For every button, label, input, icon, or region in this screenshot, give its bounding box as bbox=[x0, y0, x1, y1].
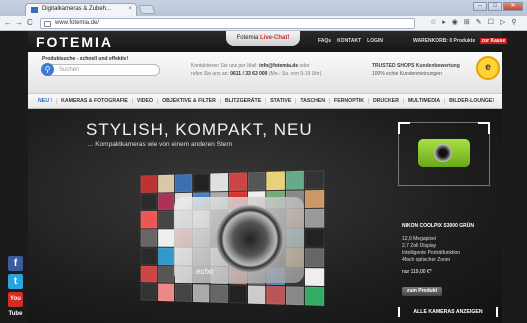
contact-or-text: oder bbox=[299, 63, 310, 69]
browser-toolbar: ← → C www.fotemia.de/ ☆ ▸ ◉ ⊞ ✎ ☐ ▷ ⚲ bbox=[0, 16, 527, 31]
kontakt-link[interactable]: KONTAKT bbox=[337, 38, 361, 44]
info-bar: Produktsuche - schnell und effektiv! Suc… bbox=[28, 52, 502, 93]
extension-icon[interactable]: ◉ bbox=[452, 18, 458, 26]
window-controls: – □ ✕ bbox=[473, 2, 523, 11]
site-header: FOTEMIA Fotemia Live-Chat! FAQs KONTAKT … bbox=[28, 31, 508, 52]
forward-button[interactable]: → bbox=[15, 18, 23, 27]
address-bar[interactable]: www.fotemia.de/ bbox=[40, 18, 415, 29]
nav-item-neu[interactable]: NEU ! bbox=[34, 98, 58, 104]
site-logo[interactable]: FOTEMIA bbox=[36, 34, 113, 50]
nav-item-blitzgeraete[interactable]: BLITZGERÄTE bbox=[221, 98, 267, 104]
favicon-icon bbox=[31, 7, 38, 13]
hero-banner[interactable]: STYLISH, KOMPAKT, NEU ... Kompaktkameras… bbox=[28, 109, 502, 323]
all-cameras-link[interactable]: ALLE KAMERAS ANZEIGEN bbox=[398, 307, 498, 317]
product-specs: 12,0 Megapixel 2,7 Zoll Display Intellig… bbox=[402, 236, 460, 264]
chat-label: Live-Chat! bbox=[260, 35, 290, 41]
nav-item-objektive[interactable]: OBJEKTIVE & FILTER bbox=[158, 98, 221, 104]
faq-link[interactable]: FAQs bbox=[318, 38, 331, 44]
back-button[interactable]: ← bbox=[4, 18, 12, 27]
nav-item-taschen[interactable]: TASCHEN bbox=[296, 98, 331, 104]
green-camera-image[interactable] bbox=[418, 139, 470, 167]
contact-hours: (Mo.- Sa. von 9-19 Uhr) bbox=[268, 71, 322, 77]
nav-item-kameras[interactable]: KAMERAS & FOTOGRAFIE bbox=[57, 98, 133, 104]
product-name[interactable]: NIKON COOLPIX S3000 GRÜN bbox=[402, 223, 474, 229]
youtube-icon[interactable]: You Tube bbox=[8, 292, 23, 317]
edit-icon[interactable]: ✎ bbox=[476, 18, 482, 26]
search-input[interactable]: Suchen bbox=[42, 64, 160, 76]
category-nav: NEU ! KAMERAS & FOTOGRAFIE VIDEO OBJEKTI… bbox=[28, 93, 502, 109]
play-icon[interactable]: ▸ bbox=[442, 18, 446, 26]
spec-item: Intelligente Porträtfunktion bbox=[402, 250, 461, 256]
nav-item-multimedia[interactable]: MULTIMEDIA bbox=[404, 98, 446, 104]
green-camera-lens-icon bbox=[434, 144, 452, 162]
nav-item-stative[interactable]: STATIVE bbox=[266, 98, 297, 104]
hero-headline: STYLISH, KOMPAKT, NEU bbox=[86, 120, 313, 139]
checkout-button[interactable]: zur Kasse bbox=[479, 38, 508, 44]
minimize-button[interactable]: – bbox=[473, 2, 487, 11]
contact-info: Kontaktieren Sie uns per Mail: info@fote… bbox=[191, 62, 361, 78]
tab-title: Digitalkameras & Zubeh... bbox=[42, 6, 112, 12]
camera-brand-text: echo bbox=[196, 267, 214, 276]
product-price: nur 119,00 €* bbox=[402, 269, 432, 275]
spec-item: 2,7 Zoll Display bbox=[402, 243, 437, 249]
contact-email-link[interactable]: info@fotemia.de bbox=[259, 63, 298, 69]
forward-small-icon[interactable]: ▷ bbox=[500, 18, 505, 26]
bookmark-star-icon[interactable]: ☆ bbox=[430, 18, 436, 26]
browser-tabbar: Digitalkameras & Zubeh... × – □ ✕ bbox=[0, 0, 527, 16]
spec-item: 4fach optischer Zoom bbox=[402, 257, 451, 263]
page-menu-icon[interactable]: ☐ bbox=[488, 18, 494, 26]
hero-subline: ... Kompaktkameras wie von einem anderen… bbox=[88, 141, 233, 148]
trusted-shops-info[interactable]: TRUSTED SHOPS Kundenbewertung 100% echte… bbox=[372, 62, 460, 78]
nav-item-video[interactable]: VIDEO bbox=[133, 98, 159, 104]
tab-close-icon[interactable]: × bbox=[128, 6, 132, 12]
new-tab-button[interactable] bbox=[138, 5, 156, 14]
trust-title: TRUSTED SHOPS Kundenbewertung bbox=[372, 63, 460, 69]
login-link[interactable]: LOGIN bbox=[367, 38, 383, 44]
page-viewport: FOTEMIA Fotemia Live-Chat! FAQs KONTAKT … bbox=[0, 31, 527, 323]
zum-produkt-button[interactable]: zum Produkt bbox=[402, 287, 442, 296]
contact-mail-text: Kontaktieren Sie uns per Mail: bbox=[191, 63, 258, 69]
apps-icon[interactable]: ⊞ bbox=[464, 18, 470, 26]
close-window-button[interactable]: ✕ bbox=[503, 2, 523, 11]
contact-phone: 0611 / 33 63 000 bbox=[230, 71, 268, 77]
nav-item-drucker[interactable]: DRUCKER bbox=[369, 98, 404, 104]
page-icon bbox=[44, 21, 51, 27]
spec-item: 12,0 Megapixel bbox=[402, 236, 436, 242]
address-url: www.fotemia.de/ bbox=[55, 20, 100, 26]
maximize-button[interactable]: □ bbox=[488, 2, 502, 11]
site-container: FOTEMIA Fotemia Live-Chat! FAQs KONTAKT … bbox=[28, 31, 508, 323]
cart: WARENKORB: 0 Produkte zur Kasse bbox=[413, 38, 508, 44]
browser-tab[interactable]: Digitalkameras & Zubeh... × bbox=[25, 3, 137, 16]
live-chat-button[interactable]: Fotemia Live-Chat! bbox=[226, 31, 300, 46]
search-icon[interactable]: ⚲ bbox=[41, 63, 54, 76]
chat-prefix: Fotemia bbox=[236, 35, 259, 41]
social-links: f t You Tube bbox=[8, 256, 23, 317]
camera-lens-image bbox=[216, 205, 284, 273]
cart-summary[interactable]: WARENKORB: 0 Produkte bbox=[413, 38, 475, 44]
trusted-shops-seal-icon[interactable]: e bbox=[476, 56, 500, 80]
reload-button[interactable]: C bbox=[27, 18, 33, 27]
twitter-icon[interactable]: t bbox=[8, 274, 23, 289]
wrench-icon[interactable]: ⚲ bbox=[511, 18, 516, 26]
toolbar-icons: ☆ ▸ ◉ ⊞ ✎ ☐ ▷ ⚲ bbox=[430, 18, 516, 26]
contact-phone-text: rufen Sie uns an: bbox=[191, 71, 229, 77]
trust-subtitle: 100% echte Kundenmeinungen bbox=[372, 71, 442, 77]
nav-item-fernoptik[interactable]: FERNOPTIK bbox=[330, 98, 370, 104]
search-label: Produktsuche - schnell und effektiv! bbox=[42, 56, 129, 62]
header-links: FAQs KONTAKT LOGIN bbox=[318, 38, 383, 44]
facebook-icon[interactable]: f bbox=[8, 256, 23, 271]
nav-item-bilder-lounge[interactable]: BILDER-LOUNGE! bbox=[445, 98, 498, 104]
